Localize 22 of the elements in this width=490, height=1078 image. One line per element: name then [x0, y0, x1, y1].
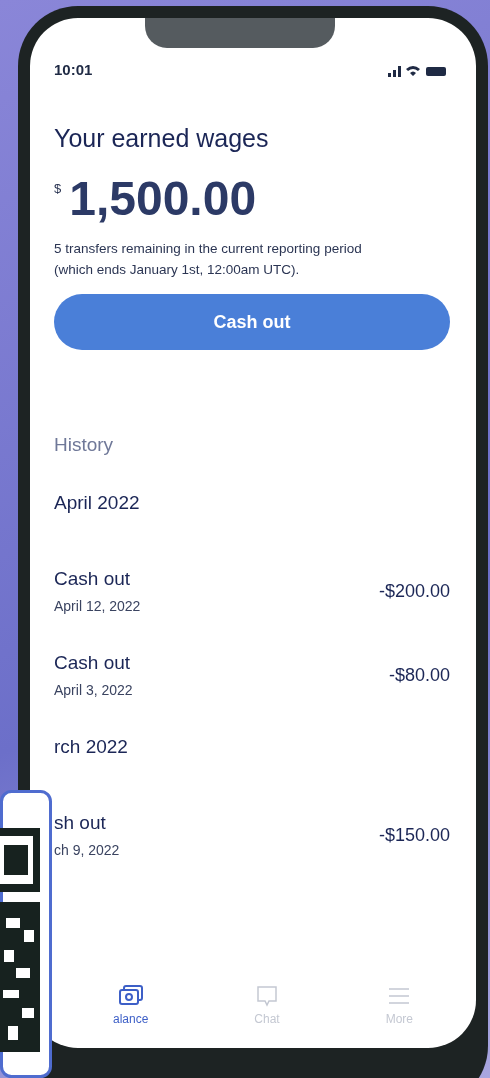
- history-heading: History: [54, 434, 115, 456]
- transfers-note: 5 transfers remaining in the current reporting period (which ends January 1st, 12:00am UTC).: [54, 240, 363, 279]
- cash-out-button[interactable]: Cash out: [54, 294, 450, 350]
- currency-sign: $: [54, 181, 62, 196]
- tab-bar-item[interactable]: alance: [113, 984, 149, 1026]
- status-icons: [388, 64, 448, 78]
- transaction-title: sh out: [54, 812, 107, 834]
- transaction-title: Cash out: [54, 652, 132, 674]
- cash-icon: [117, 984, 144, 1008]
- month-heading: rch 2022: [54, 736, 129, 758]
- month-heading: April 2022: [54, 492, 141, 514]
- transaction-amount: -$150.00: [378, 824, 450, 846]
- chat-icon: [255, 984, 279, 1008]
- balance-amount: 1,500.00: [69, 171, 257, 226]
- transaction-date: ch 9, 2022: [54, 842, 120, 858]
- transaction-amount: -$80.00: [388, 664, 450, 686]
- transaction-date: April 3, 2022: [54, 682, 133, 698]
- status-time: 10:01: [54, 61, 93, 78]
- page-title: Your earned wages: [54, 124, 270, 153]
- transaction-amount: -$200.00: [378, 580, 450, 602]
- transaction-title: Cash out: [54, 568, 132, 590]
- transaction-date: April 12, 2022: [54, 598, 141, 614]
